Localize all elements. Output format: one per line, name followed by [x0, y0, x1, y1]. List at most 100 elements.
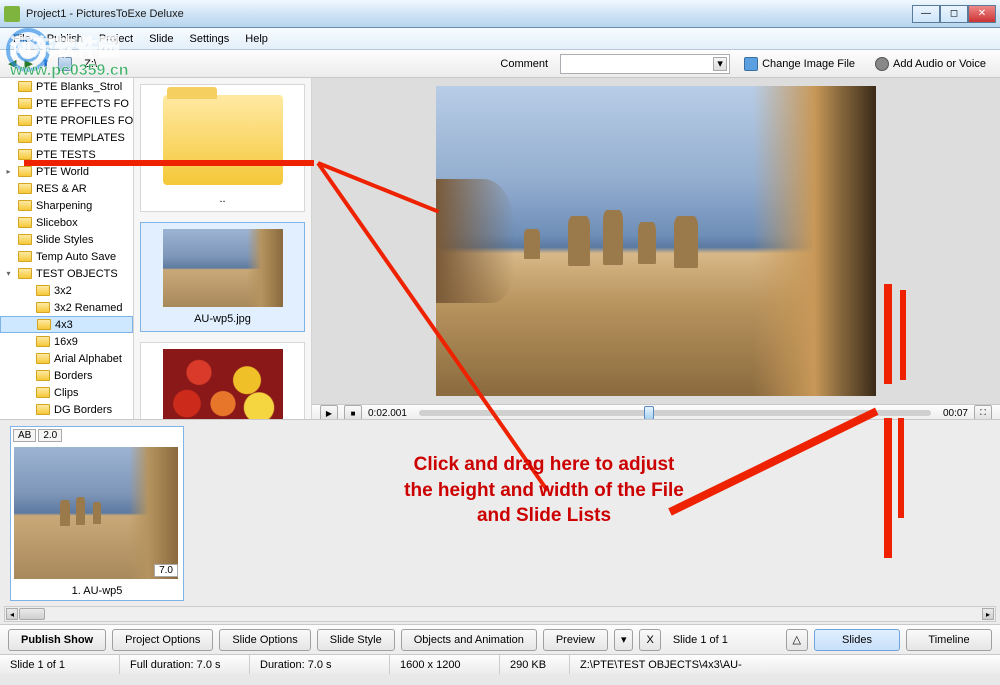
tree-item[interactable]: Temp Auto Save	[0, 248, 133, 265]
annotation-line	[884, 418, 892, 558]
annotation-line	[898, 418, 904, 518]
app-icon	[4, 6, 20, 22]
change-image-button[interactable]: Change Image File	[738, 55, 861, 73]
tree-label: Slide Styles	[36, 234, 93, 246]
toolbar: ◀ ▶ ⬆ Z:\ Comment ▾ Change Image File Ad…	[0, 50, 1000, 78]
drive-icon	[58, 57, 72, 71]
slide-style-button[interactable]: Slide Style	[317, 629, 395, 651]
menu-project[interactable]: Project	[92, 31, 140, 47]
preview-button[interactable]: Preview	[543, 629, 608, 651]
file-thumb[interactable]: AU-wp5.jpg	[140, 222, 305, 332]
folder-icon	[36, 370, 50, 381]
tree-item[interactable]: 3x2 Renamed	[0, 299, 133, 316]
file-thumb[interactable]: ..	[140, 84, 305, 212]
folder-icon	[36, 404, 50, 415]
maximize-button[interactable]: ◻	[940, 5, 968, 23]
menu-settings[interactable]: Settings	[183, 31, 237, 47]
folder-tree[interactable]: PTE Blanks_Strol PTE EFFECTS FO PTE PROFIL…	[0, 78, 134, 419]
tree-label: Sharpening	[36, 200, 92, 212]
path-display[interactable]: Z:\	[84, 58, 97, 70]
tree-label: Clips	[54, 387, 78, 399]
folder-icon	[18, 98, 32, 109]
folder-icon	[18, 132, 32, 143]
annotation-text: Click and drag here to adjust the height…	[404, 452, 684, 529]
add-audio-button[interactable]: Add Audio or Voice	[869, 55, 992, 73]
expander-icon[interactable]: ▸	[4, 167, 13, 176]
slide-ab-badge[interactable]: AB	[13, 429, 36, 442]
tree-item[interactable]: Slicebox	[0, 214, 133, 231]
tree-item[interactable]: ▾ TEST OBJECTS	[0, 265, 133, 282]
tree-item[interactable]: Borders	[0, 367, 133, 384]
minimize-button[interactable]: —	[912, 5, 940, 23]
thumb-label: AU-wp5.jpg	[145, 311, 300, 327]
folder-icon	[18, 183, 32, 194]
folder-icon	[18, 234, 32, 245]
comment-combo[interactable]: ▾	[560, 54, 730, 74]
menu-help[interactable]: Help	[238, 31, 275, 47]
tree-label: PTE Blanks_Strol	[36, 81, 122, 93]
folder-icon	[36, 285, 50, 296]
slides-tab[interactable]: Slides	[814, 629, 900, 651]
publish-show-button[interactable]: Publish Show	[8, 629, 106, 651]
tree-label: Temp Auto Save	[36, 251, 116, 263]
tree-item[interactable]: PTE EFFECTS FO	[0, 95, 133, 112]
status-full-duration: Full duration: 7.0 s	[120, 655, 250, 674]
folder-icon	[18, 149, 32, 160]
folder-icon	[18, 166, 32, 177]
file-list[interactable]: .. AU-wp5.jpg Autumn-Leaves-2_1...	[134, 78, 312, 419]
current-time: 0:02.001	[368, 408, 407, 419]
expander-icon[interactable]: ▾	[4, 269, 13, 278]
annotation-line	[24, 160, 314, 166]
close-button[interactable]: ✕	[968, 5, 996, 23]
preview-pane: ▶ ■ 0:02.001 00:07 ⛶	[312, 78, 1000, 419]
tree-item[interactable]: PTE TEMPLATES	[0, 129, 133, 146]
tree-label: 3x2	[54, 285, 72, 297]
folder-icon	[18, 217, 32, 228]
tree-item[interactable]: Slide Styles	[0, 231, 133, 248]
preview-canvas[interactable]	[312, 78, 1000, 404]
tree-item[interactable]: 4x3	[0, 316, 133, 333]
tree-item[interactable]: 16x9	[0, 333, 133, 350]
tree-item[interactable]: PTE PROFILES FO	[0, 112, 133, 129]
slide-duration-badge: 7.0	[154, 564, 178, 577]
tree-label: PTE World	[36, 166, 89, 178]
tree-label: Borders	[54, 370, 93, 382]
folder-icon	[18, 200, 32, 211]
tree-item[interactable]: Clips	[0, 384, 133, 401]
scroll-left-icon[interactable]: ◂	[6, 608, 18, 620]
image-icon	[744, 57, 758, 71]
slide-options-button[interactable]: Slide Options	[219, 629, 310, 651]
status-path: Z:\PTE\TEST OBJECTS\4x3\AU-	[570, 655, 1000, 674]
status-bar: Slide 1 of 1 Full duration: 7.0 s Durati…	[0, 654, 1000, 674]
scroll-right-icon[interactable]: ▸	[982, 608, 994, 620]
tree-label: 4x3	[55, 319, 73, 331]
tree-label: 16x9	[54, 336, 78, 348]
file-thumb[interactable]: Autumn-Leaves-2_1...	[140, 342, 305, 419]
tree-label: PTE TESTS	[36, 149, 96, 161]
tree-item[interactable]: RES & AR	[0, 180, 133, 197]
folder-icon	[18, 268, 32, 279]
speaker-icon	[875, 57, 889, 71]
total-time: 00:07	[943, 408, 968, 419]
project-options-button[interactable]: Project Options	[112, 629, 213, 651]
slide-card[interactable]: AB 2.0 7.0 1. AU-wp5	[10, 426, 184, 601]
objects-animation-button[interactable]: Objects and Animation	[401, 629, 537, 651]
folder-icon	[36, 387, 50, 398]
tree-item[interactable]: 3x2	[0, 282, 133, 299]
x-button[interactable]: X	[639, 629, 660, 651]
menu-slide[interactable]: Slide	[142, 31, 180, 47]
tree-item[interactable]: Arial Alphabet	[0, 350, 133, 367]
collapse-button[interactable]: △	[786, 629, 808, 651]
tree-item[interactable]: Sharpening	[0, 197, 133, 214]
tree-item[interactable]: PTE Blanks_Strol	[0, 78, 133, 95]
preview-menu-button[interactable]: ▾	[614, 629, 634, 651]
timeline-tab[interactable]: Timeline	[906, 629, 992, 651]
tree-label: TEST OBJECTS	[36, 268, 118, 280]
tree-item[interactable]: DG Borders	[0, 401, 133, 418]
seek-handle[interactable]	[644, 406, 654, 420]
tree-label: RES & AR	[36, 183, 87, 195]
annotation-line	[900, 290, 906, 380]
scroll-thumb[interactable]	[19, 608, 45, 620]
horizontal-scrollbar[interactable]: ◂ ▸	[4, 606, 996, 622]
tree-label: PTE EFFECTS FO	[36, 98, 129, 110]
